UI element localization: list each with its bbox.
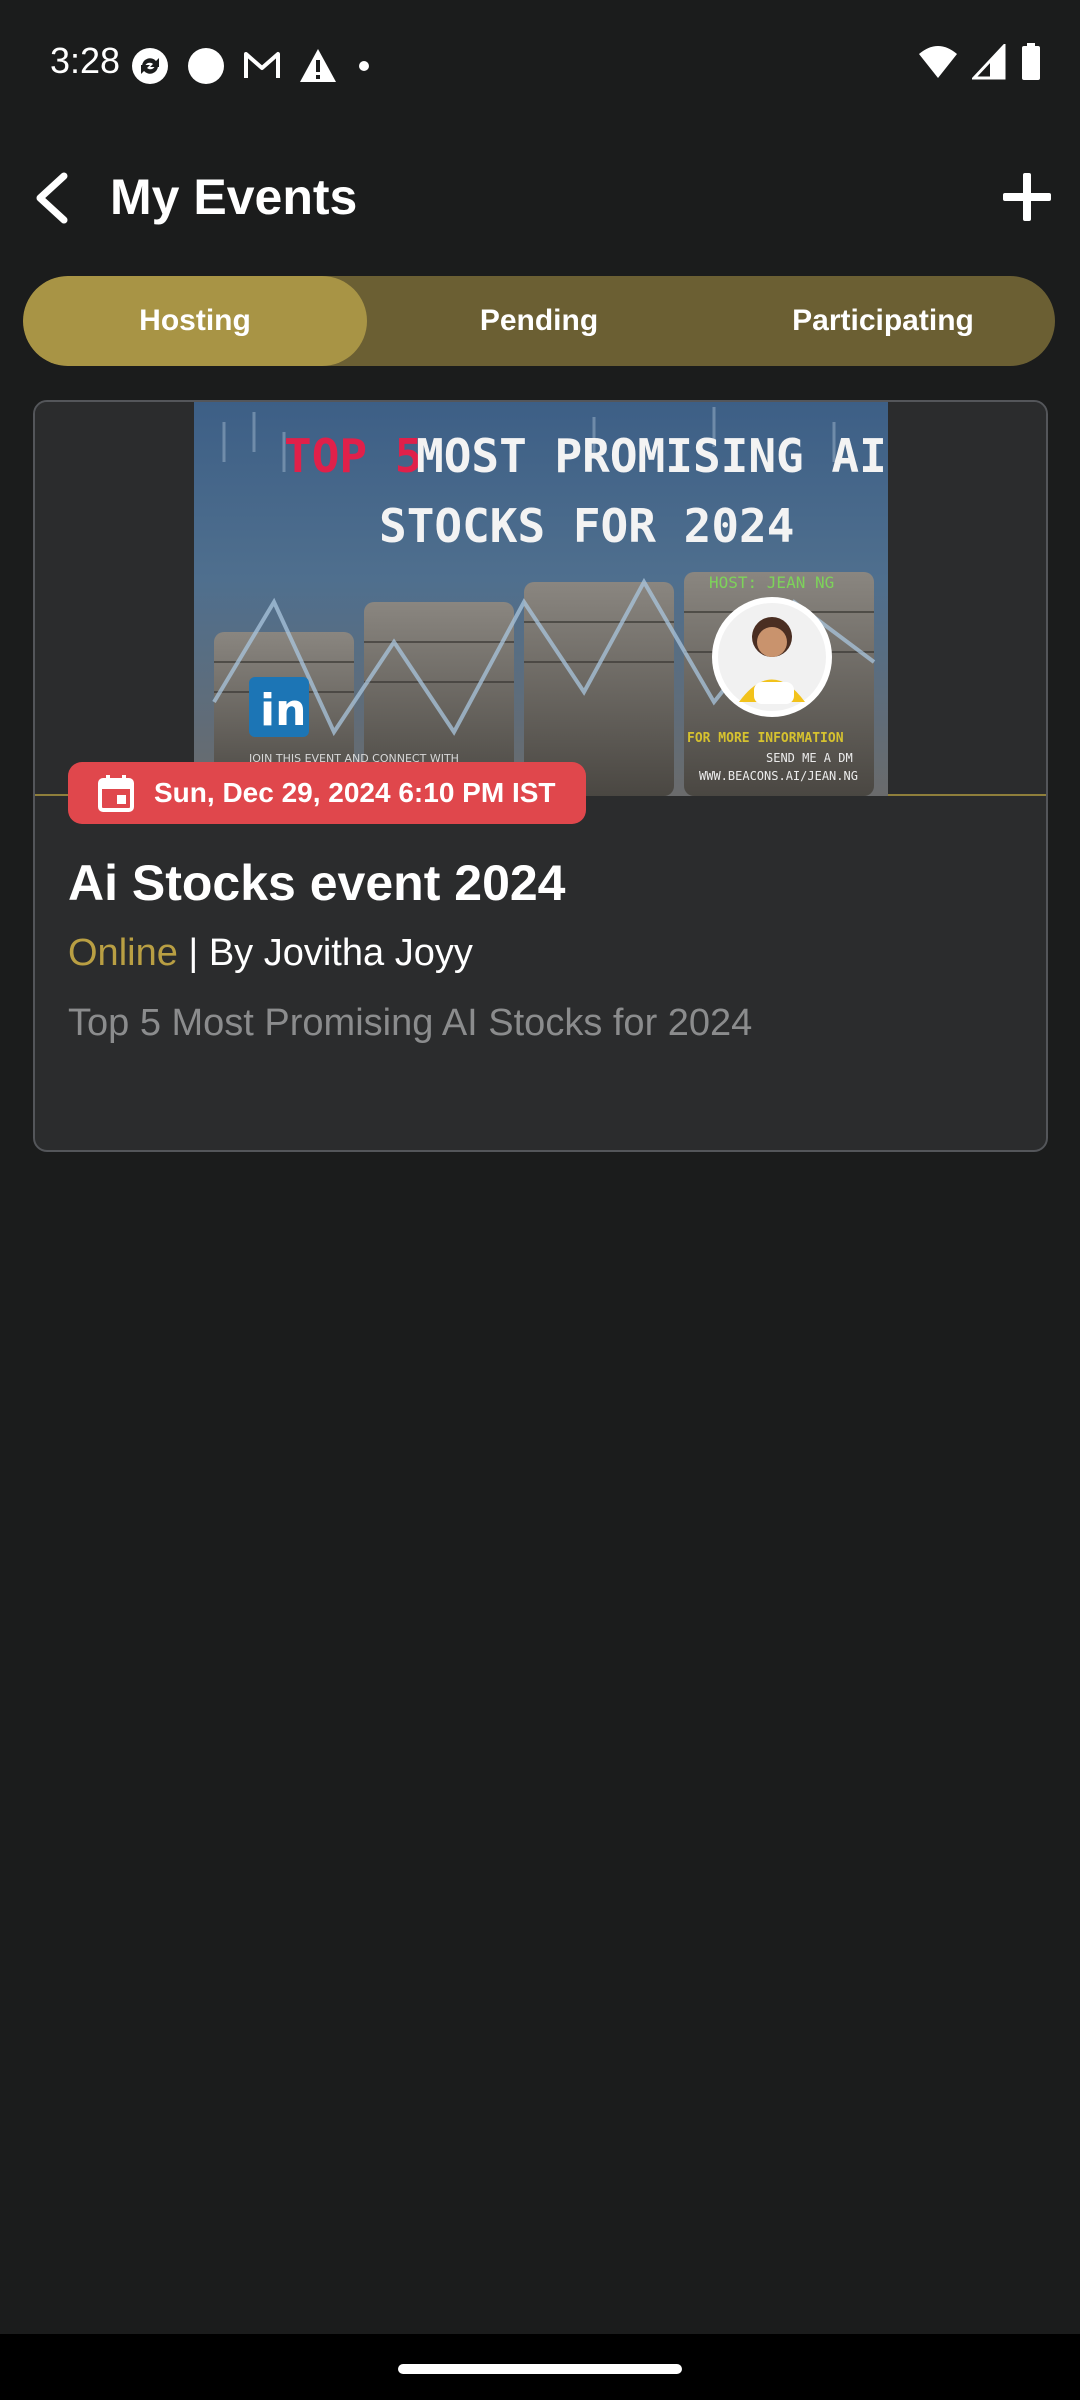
banner-headline-accent: TOP 5 [284, 429, 422, 483]
event-banner-image: TOP 5 MOST PROMISING AI STOCKS FOR 2024 … [194, 402, 888, 796]
tab-participating[interactable]: Participating [711, 276, 1055, 366]
event-description: Top 5 Most Promising AI Stocks for 2024 [68, 1002, 753, 1044]
banner-headline-line1: MOST PROMISING AI [416, 429, 887, 483]
calendar-icon [98, 775, 134, 812]
event-meta: Online | By Jovitha Joyy [68, 932, 473, 975]
circle-icon [188, 48, 224, 84]
battery-icon [1022, 43, 1040, 80]
event-banner-area: TOP 5 MOST PROMISING AI STOCKS FOR 2024 … [35, 402, 1046, 796]
svg-text:in: in [260, 685, 306, 736]
event-mode: Online [68, 932, 178, 974]
tab-pending[interactable]: Pending [367, 276, 711, 366]
event-title: Ai Stocks event 2024 [68, 855, 566, 911]
event-date-badge: Sun, Dec 29, 2024 6:10 PM IST [68, 762, 586, 824]
banner-headline-line2: STOCKS FOR 2024 [379, 499, 794, 553]
gmail-icon [244, 52, 280, 78]
status-notification-icons [130, 46, 374, 86]
plus-icon [1003, 173, 1051, 221]
banner-info-line2: WWW.BEACONS.AI/JEAN.NG [699, 769, 858, 783]
banner-info-line1: SEND ME A DM [766, 751, 853, 765]
add-event-button[interactable] [992, 162, 1062, 232]
status-time: 3:28 [50, 40, 121, 81]
page-title: My Events [110, 169, 358, 225]
chevron-left-icon [36, 172, 68, 224]
banner-info-title: FOR MORE INFORMATION [687, 731, 844, 746]
home-gesture-handle[interactable] [398, 2364, 682, 2374]
wifi-icon [919, 46, 957, 78]
app-bar: My Events [0, 140, 1080, 255]
tab-hosting[interactable]: Hosting [23, 276, 367, 366]
banner-host: HOST: JEAN NG [709, 573, 834, 592]
event-date: Sun, Dec 29, 2024 6:10 PM IST [154, 777, 556, 808]
sync-icon [132, 48, 168, 84]
system-nav-bar [0, 2334, 1080, 2400]
status-bar: 3:28 [0, 0, 1080, 120]
dot-icon [359, 61, 369, 71]
status-system-icons [918, 42, 1042, 82]
warning-icon [300, 49, 336, 82]
back-button[interactable] [20, 166, 84, 230]
signal-icon [972, 44, 1006, 80]
event-filter-tabs: Hosting Pending Participating [23, 276, 1055, 366]
event-card[interactable]: TOP 5 MOST PROMISING AI STOCKS FOR 2024 … [33, 400, 1048, 1152]
event-byline: | By Jovitha Joyy [177, 932, 473, 974]
